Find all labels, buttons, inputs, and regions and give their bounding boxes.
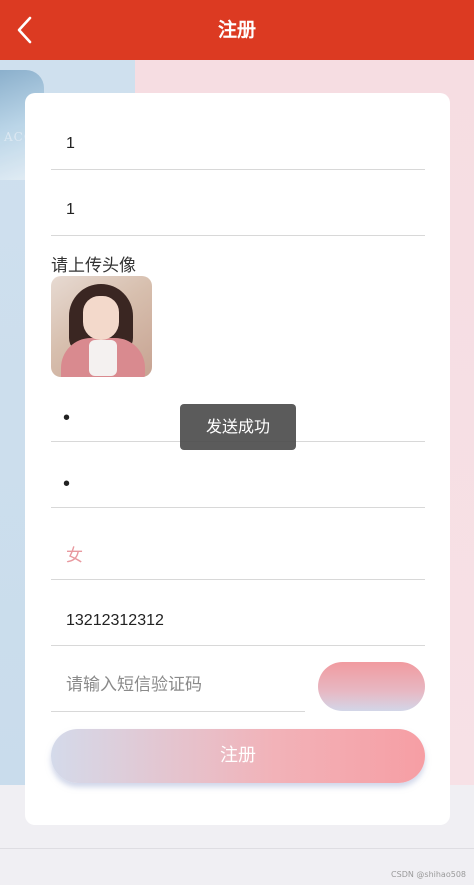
header-bar: 注册 [0,0,474,60]
password-field[interactable]: • [63,407,70,430]
register-card: 1 1 请上传头像 • • 女 13212312312 注册 [25,93,450,825]
phone-field[interactable]: 13212312312 [66,612,164,630]
confirm-password-field[interactable]: • [63,473,70,496]
nickname-field[interactable]: 1 [66,201,75,219]
avatar-face [83,296,119,340]
avatar-collar [89,340,117,376]
username-underline [51,168,425,170]
toast-message: 发送成功 [180,404,296,450]
sms-code-input[interactable] [66,675,296,695]
phone-underline [51,644,425,646]
nickname-underline [51,234,425,236]
send-sms-button[interactable] [318,662,425,711]
gender-underline [51,578,425,580]
avatar[interactable] [51,276,152,377]
page-title: 注册 [217,19,256,41]
register-submit-button[interactable]: 注册 [51,729,425,783]
watermark: CSDN @shihao508 [391,870,466,879]
username-field[interactable]: 1 [66,135,75,153]
upload-avatar-label: 请上传头像 [51,256,136,276]
bottom-divider [0,848,474,849]
sms-code-underline [51,710,305,712]
confirm-password-underline [51,506,425,508]
gender-select[interactable]: 女 [66,541,83,566]
